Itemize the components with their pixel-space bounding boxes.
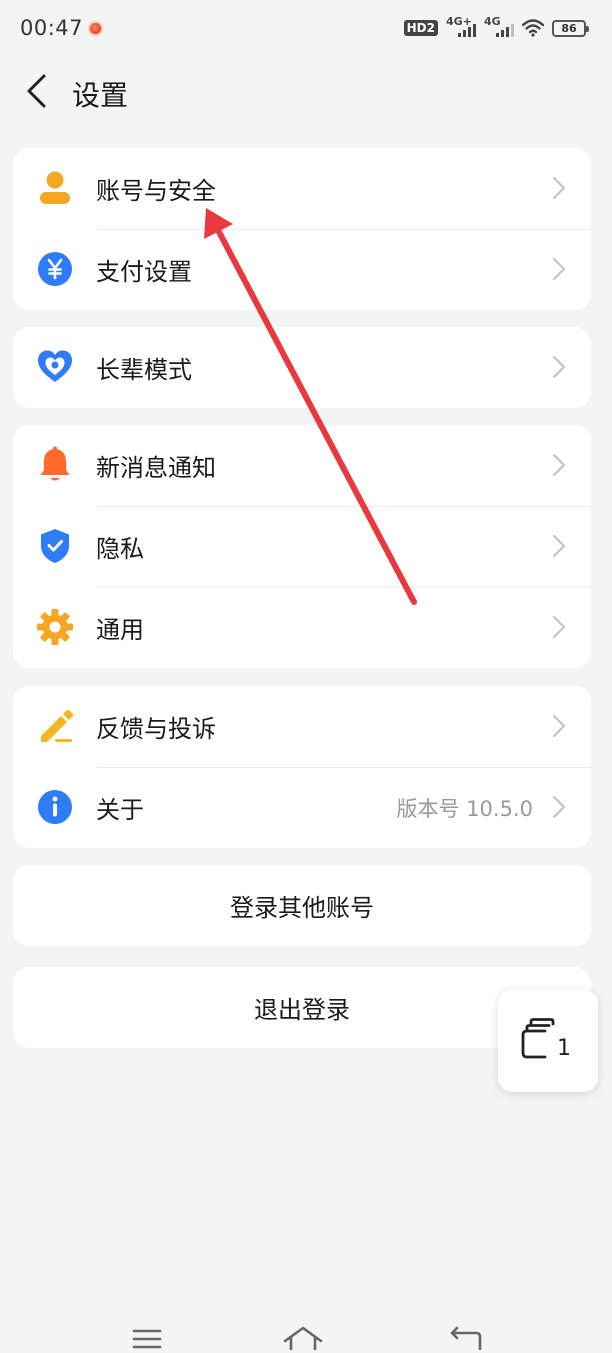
- settings-item-notifications[interactable]: 新消息通知: [13, 425, 591, 506]
- user-icon: [35, 168, 75, 208]
- version-value: 版本号 10.5.0: [396, 796, 533, 821]
- page-header: 设置: [0, 58, 612, 128]
- chevron-right-icon: [552, 453, 566, 477]
- chevron-right-icon: [552, 355, 566, 379]
- yuan-icon: [35, 249, 75, 289]
- settings-item-label: 隐私: [96, 535, 144, 563]
- switch-account-button[interactable]: 登录其他账号: [13, 865, 591, 946]
- settings-item-label: 新消息通知: [96, 454, 216, 482]
- bell-icon: [35, 445, 75, 485]
- menu-nav-button[interactable]: [122, 1324, 172, 1353]
- floating-window-button[interactable]: [498, 990, 598, 1092]
- settings-item-general[interactable]: 通用: [13, 587, 591, 668]
- settings-item-payment[interactable]: 支付设置: [13, 229, 591, 310]
- back-arrow-icon: [27, 74, 46, 108]
- settings-item-about[interactable]: 关于 版本号 10.5.0: [13, 767, 591, 848]
- chevron-right-icon: [552, 615, 566, 639]
- battery-icon: 86: [552, 19, 589, 37]
- page-title: 设置: [72, 79, 129, 112]
- home-nav-button[interactable]: [278, 1324, 328, 1353]
- pencil-icon: [35, 706, 75, 746]
- settings-item-label: 账号与安全: [96, 177, 216, 205]
- settings-item-label: 支付设置: [96, 258, 192, 286]
- settings-item-privacy[interactable]: 隐私: [13, 506, 591, 587]
- gear-icon: [35, 607, 75, 647]
- settings-item-elder-mode[interactable]: 长辈模式: [13, 327, 591, 408]
- status-time: 00:47: [20, 16, 84, 40]
- heart-care-icon: [35, 347, 75, 387]
- back-button[interactable]: [14, 66, 58, 116]
- home-icon: [283, 1326, 323, 1350]
- settings-item-label: 关于: [96, 796, 144, 824]
- chevron-right-icon: [552, 795, 566, 819]
- status-indicators: HD2 4G+ 4G 86: [403, 15, 589, 39]
- settings-item-feedback[interactable]: 反馈与投诉: [13, 686, 591, 767]
- settings-group-account: 账号与安全 支付设置: [13, 148, 591, 310]
- settings-group-about: 反馈与投诉 关于 版本号 10.5.0: [13, 686, 591, 848]
- chevron-right-icon: [552, 257, 566, 281]
- chevron-right-icon: [552, 714, 566, 738]
- return-icon: [450, 1326, 482, 1350]
- menu-icon: [132, 1329, 162, 1349]
- hd-voice-icon: HD2: [403, 20, 438, 36]
- wifi-icon: [522, 19, 544, 37]
- chevron-right-icon: [552, 176, 566, 200]
- floating-window-count: 1: [557, 1036, 571, 1061]
- settings-item-label: 通用: [96, 616, 144, 644]
- chevron-right-icon: [552, 534, 566, 558]
- sim2-signal-icon: 4G: [484, 15, 514, 39]
- settings-group-general: 新消息通知 隐私 通用: [13, 425, 591, 668]
- settings-item-label: 长辈模式: [96, 356, 192, 384]
- info-icon: [35, 787, 75, 827]
- settings-group-elder: 长辈模式: [13, 327, 591, 408]
- status-bar: 00:47 HD2 4G+ 4G 86: [0, 0, 612, 58]
- system-nav-bar: [0, 1310, 612, 1353]
- shield-check-icon: [35, 526, 75, 566]
- settings-item-label: 反馈与投诉: [96, 715, 216, 743]
- back-nav-button[interactable]: [440, 1324, 490, 1353]
- notification-app-icon: [88, 21, 103, 36]
- settings-item-account-security[interactable]: 账号与安全: [13, 148, 591, 229]
- sim1-signal-icon: 4G+: [446, 15, 476, 39]
